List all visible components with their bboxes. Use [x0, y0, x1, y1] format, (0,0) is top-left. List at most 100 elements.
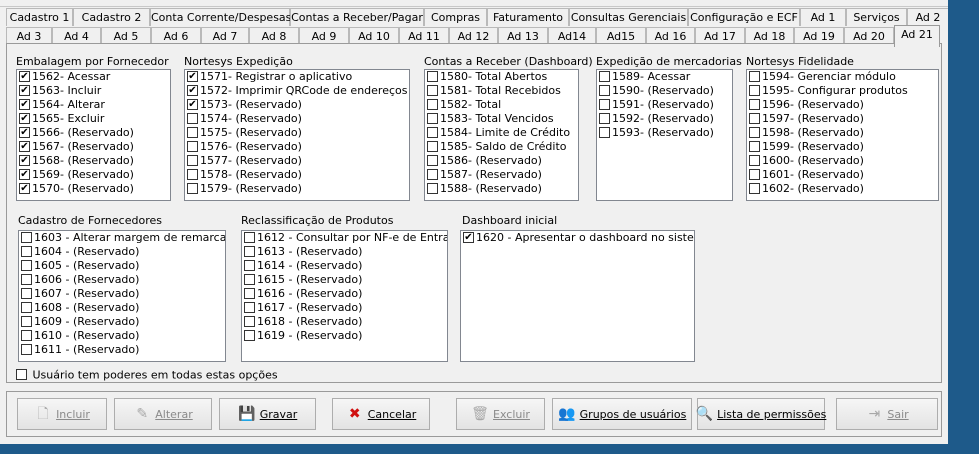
tab-conta-corrente-despesas[interactable]: Conta Corrente/Despesas — [150, 8, 291, 26]
checklist-item[interactable]: 1588- (Reservado) — [425, 182, 578, 196]
checkbox[interactable] — [187, 140, 198, 152]
checklist-item[interactable]: 1580- Total Abertos — [425, 70, 578, 84]
checkbox[interactable] — [187, 98, 198, 110]
checkbox[interactable] — [21, 329, 32, 341]
checkbox[interactable] — [19, 154, 30, 166]
checklist-item[interactable]: 1573- (Reservado) — [185, 98, 409, 112]
checkbox[interactable] — [244, 259, 255, 271]
checklist-item[interactable]: 1568- (Reservado) — [17, 154, 170, 168]
checkbox[interactable] — [187, 70, 198, 82]
lista-de-permissoes-button[interactable]: 🔍 Lista de permissões — [696, 398, 826, 430]
checkbox[interactable] — [21, 259, 32, 271]
checkbox[interactable] — [427, 126, 438, 138]
checklist-item[interactable]: 1589- Acessar — [597, 70, 732, 84]
checklist-item[interactable]: 1616 - (Reservado) — [242, 287, 447, 301]
checkbox[interactable] — [21, 343, 32, 355]
checkbox[interactable] — [427, 182, 438, 194]
power-user-option[interactable]: Usuário tem poderes em todas estas opçõe… — [16, 368, 278, 382]
checkbox[interactable] — [599, 98, 610, 110]
checklist-item[interactable]: 1578- (Reservado) — [185, 168, 409, 182]
checkbox[interactable] — [749, 168, 760, 180]
checklist-item[interactable]: 1602- (Reservado) — [747, 182, 938, 196]
checklist-item[interactable]: 1591- (Reservado) — [597, 98, 732, 112]
checkbox[interactable] — [427, 84, 438, 96]
checklist-item[interactable]: 1604 - (Reservado) — [19, 245, 225, 259]
checklist-item[interactable]: 1572- Imprimir QRCode de endereços — [185, 84, 409, 98]
checkbox[interactable] — [187, 126, 198, 138]
checkbox[interactable] — [244, 231, 255, 243]
grupos-de-usuarios-button[interactable]: 👥 Grupos de usuários — [552, 398, 692, 430]
checklist-item[interactable]: 1586- (Reservado) — [425, 154, 578, 168]
checkbox[interactable] — [187, 168, 198, 180]
checkbox[interactable] — [19, 84, 30, 96]
checklist-item[interactable]: 1608 - (Reservado) — [19, 301, 225, 315]
excluir-button[interactable]: 🗑 Excluir — [456, 398, 545, 430]
checklist-item[interactable]: 1566- (Reservado) — [17, 126, 170, 140]
power-user-checkbox[interactable] — [16, 368, 27, 380]
checkbox[interactable] — [21, 273, 32, 285]
tab-compras[interactable]: Compras — [424, 8, 487, 26]
checklist-item[interactable]: 1584- Limite de Crédito — [425, 126, 578, 140]
checkbox[interactable] — [21, 231, 32, 243]
checklist-item[interactable]: 1596- (Reservado) — [747, 98, 938, 112]
checkbox[interactable] — [19, 112, 30, 124]
checkbox[interactable] — [599, 70, 610, 82]
checklist-item[interactable]: 1592- (Reservado) — [597, 112, 732, 126]
checklist-item[interactable]: 1567- (Reservado) — [17, 140, 170, 154]
checklist-item[interactable]: 1590- (Reservado) — [597, 84, 732, 98]
checklist-item[interactable]: 1617 - (Reservado) — [242, 301, 447, 315]
checklist-nortesys-expedicao[interactable]: 1571- Registrar o aplicativo1572- Imprim… — [184, 69, 410, 201]
checklist-item[interactable]: 1600- (Reservado) — [747, 154, 938, 168]
checkbox[interactable] — [427, 154, 438, 166]
checklist-item[interactable]: 1607 - (Reservado) — [19, 287, 225, 301]
checkbox[interactable] — [187, 84, 198, 96]
checkbox[interactable] — [749, 84, 760, 96]
checkbox[interactable] — [749, 112, 760, 124]
tab-servi-os[interactable]: Serviços — [846, 8, 907, 26]
checklist-item[interactable]: 1598- (Reservado) — [747, 126, 938, 140]
checklist-item[interactable]: 1619 - (Reservado) — [242, 329, 447, 343]
checkbox[interactable] — [244, 315, 255, 327]
checklist-item[interactable]: 1582- Total — [425, 98, 578, 112]
checklist-reclassificacao-de-produtos[interactable]: 1612 - Consultar por NF-e de Entrada 1613… — [241, 230, 448, 362]
checkbox[interactable] — [427, 98, 438, 110]
checklist-embalagem-por-fornecedor[interactable]: 1562- Acessar1563- Incluir1564- Alterar1… — [16, 69, 171, 201]
checkbox[interactable] — [187, 112, 198, 124]
checklist-item[interactable]: 1611 - (Reservado) — [19, 343, 225, 357]
checklist-item[interactable]: 1618 - (Reservado) — [242, 315, 447, 329]
checklist-item[interactable]: 1570- (Reservado) — [17, 182, 170, 196]
checklist-item[interactable]: 1615 - (Reservado) — [242, 273, 447, 287]
checklist-cadastro-de-fornecedores[interactable]: 1603 - Alterar margem de remarcação 1604 … — [18, 230, 226, 362]
checklist-item[interactable]: 1594- Gerenciar módulo — [747, 70, 938, 84]
checklist-item[interactable]: 1597- (Reservado) — [747, 112, 938, 126]
checklist-item[interactable]: 1576- (Reservado) — [185, 140, 409, 154]
checkbox[interactable] — [463, 231, 474, 243]
checklist-item[interactable]: 1593- (Reservado) — [597, 126, 732, 140]
checklist-item[interactable]: 1581- Total Recebidos — [425, 84, 578, 98]
checklist-item[interactable]: 1565- Excluir — [17, 112, 170, 126]
checklist-item[interactable]: 1564- Alterar — [17, 98, 170, 112]
checkbox[interactable] — [599, 112, 610, 124]
tab-ad-1[interactable]: Ad 1 — [800, 8, 846, 26]
checklist-nortesys-fidelidade[interactable]: 1594- Gerenciar módulo 1595- Configurar p… — [746, 69, 939, 201]
checklist-item[interactable]: 1583- Total Vencidos — [425, 112, 578, 126]
checkbox[interactable] — [427, 168, 438, 180]
checklist-item[interactable]: 1610 - (Reservado) — [19, 329, 225, 343]
checkbox[interactable] — [21, 315, 32, 327]
checkbox[interactable] — [19, 98, 30, 110]
tab-cadastro-1[interactable]: Cadastro 1 — [6, 8, 73, 26]
tab-ad-2[interactable]: Ad 2 — [907, 8, 949, 26]
checkbox[interactable] — [187, 182, 198, 194]
checklist-contas-a-receber-dashboard[interactable]: 1580- Total Abertos 1581- Total Recebidos… — [424, 69, 579, 201]
checkbox[interactable] — [427, 70, 438, 82]
checkbox[interactable] — [749, 70, 760, 82]
checklist-item[interactable]: 1579- (Reservado) — [185, 182, 409, 196]
checklist-item[interactable]: 1599- (Reservado) — [747, 140, 938, 154]
cancelar-button[interactable]: ✖ Cancelar — [332, 398, 430, 430]
checklist-item[interactable]: 1605 - (Reservado) — [19, 259, 225, 273]
checkbox[interactable] — [244, 245, 255, 257]
checklist-item[interactable]: 1614 - (Reservado) — [242, 259, 447, 273]
checklist-item[interactable]: 1609 - (Reservado) — [19, 315, 225, 329]
checklist-item[interactable]: 1587- (Reservado) — [425, 168, 578, 182]
checkbox[interactable] — [427, 112, 438, 124]
